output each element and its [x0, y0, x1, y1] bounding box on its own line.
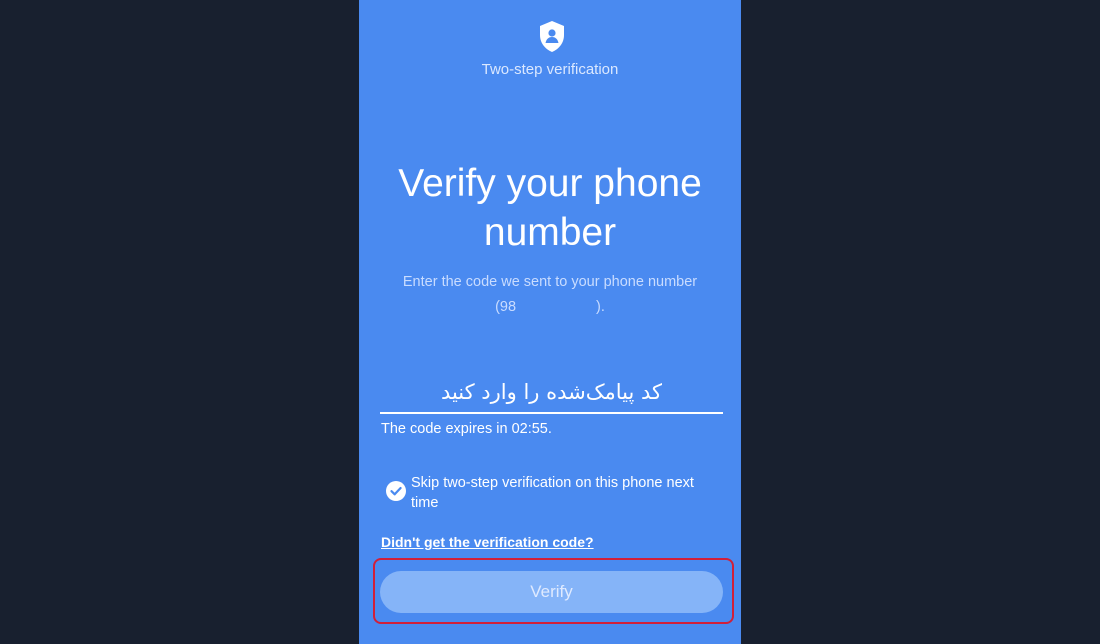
resend-code-link[interactable]: Didn't get the verification code? [381, 534, 594, 550]
skip-verification-label[interactable]: Skip two-step verification on this phone… [411, 473, 711, 513]
shield-user-icon [538, 20, 566, 54]
phone-number-redaction [516, 298, 597, 314]
verification-code-input[interactable] [380, 372, 723, 414]
instruction-line: Enter the code we sent to your phone num… [402, 274, 698, 290]
instruction-text: Enter the code we sent to your phone num… [359, 270, 741, 320]
skip-verification-checkbox[interactable]: Skip two-step verification on this phone… [385, 472, 715, 514]
page-title: Verify your phone number [398, 162, 702, 254]
phone-prefix: (98 [495, 299, 517, 315]
check-circle-icon[interactable] [386, 481, 406, 501]
header-label: Two-step verification [481, 61, 619, 78]
phone-number-line: (98). [359, 295, 741, 320]
verify-button[interactable]: Verify [380, 571, 723, 613]
code-expiry-text: The code expires in 02:55. [381, 421, 552, 437]
verification-screen: Two-step verification Verify your phone … [359, 0, 741, 644]
phone-suffix: ). [596, 299, 605, 315]
